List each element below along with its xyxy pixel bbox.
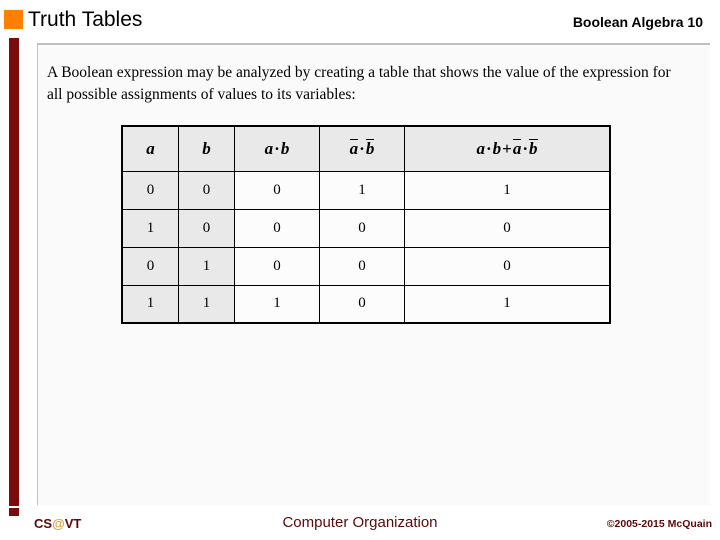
table-row: 1 0 0 0 0 <box>121 208 611 248</box>
cell-b: 0 <box>178 208 235 248</box>
cell-nanb: 0 <box>319 208 405 248</box>
table-header-a-and-b: a·b <box>234 125 320 172</box>
slide-footer: CS@VT Computer Organization ©2005-2015 M… <box>0 508 720 540</box>
header-subtitle: Boolean Algebra 10 <box>572 14 703 30</box>
cell-sum: 1 <box>404 170 611 210</box>
slide-header: Truth Tables Boolean Algebra 10 <box>0 0 720 38</box>
expr-a-and-b: a·b <box>264 138 290 158</box>
cell-a: 1 <box>121 208 179 248</box>
expr-xnor: a·b+a·b <box>476 138 538 158</box>
expr-b: b <box>202 138 211 158</box>
cell-sum: 0 <box>404 208 611 248</box>
cell-a: 0 <box>121 170 179 210</box>
footer-copyright: ©2005-2015 McQuain <box>606 518 712 530</box>
table-header-xnor-expression: a·b+a·b <box>404 125 611 172</box>
cell-b: 1 <box>178 246 235 286</box>
cell-a: 1 <box>121 284 179 324</box>
cell-sum: 1 <box>404 284 611 324</box>
title-bullet-square-icon <box>4 10 23 29</box>
cell-nanb: 1 <box>319 170 405 210</box>
content-panel: A Boolean expression may be analyzed by … <box>37 43 710 505</box>
body-paragraph: A Boolean expression may be analyzed by … <box>47 64 671 103</box>
cell-a: 0 <box>121 246 179 286</box>
table-header-b: b <box>178 125 235 172</box>
cell-ab: 0 <box>234 246 320 286</box>
cell-nanb: 0 <box>319 246 405 286</box>
cell-nanb: 0 <box>319 284 405 324</box>
table-header-a: a <box>121 125 179 172</box>
cell-ab: 0 <box>234 208 320 248</box>
table-row: 0 0 0 1 1 <box>121 170 611 210</box>
table-row: 0 1 0 0 0 <box>121 246 611 286</box>
expr-a: a <box>146 138 155 158</box>
expr-nota-and-notb: a·b <box>349 138 375 158</box>
table-header-nota-and-notb: a·b <box>319 125 405 172</box>
table-header-row: a b a·b a·b a·b+a·b <box>121 125 611 172</box>
cell-sum: 0 <box>404 246 611 286</box>
cell-ab: 0 <box>234 170 320 210</box>
cell-b: 1 <box>178 284 235 324</box>
cell-ab: 1 <box>234 284 320 324</box>
truth-table-container: a b a·b a·b a·b+a·b 0 0 0 1 1 1 0 0 0 0 … <box>121 125 611 324</box>
left-accent-bar <box>9 38 19 506</box>
cell-b: 0 <box>178 170 235 210</box>
page-title: Truth Tables <box>28 8 143 31</box>
truth-table: a b a·b a·b a·b+a·b 0 0 0 1 1 1 0 0 0 0 … <box>121 125 611 324</box>
truth-table-body: 0 0 0 1 1 1 0 0 0 0 0 1 0 0 0 1 1 1 0 1 <box>121 170 611 324</box>
table-row: 1 1 1 0 1 <box>121 284 611 324</box>
